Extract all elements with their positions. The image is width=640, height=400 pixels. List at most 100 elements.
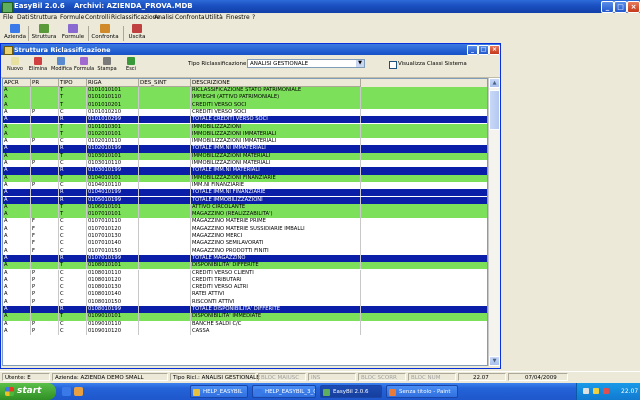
taskbar-item[interactable]: Senza titolo - Paint (386, 385, 458, 398)
status-ins: INS (308, 373, 356, 381)
table-row[interactable]: A T 0101010110 IMPIEGHI (ATTIVO PATRIMONIAL… (3, 94, 487, 102)
taskbar-item[interactable]: HELP_EASYBIL_3_0N... (252, 385, 316, 398)
column-header-tipo[interactable]: TIPO (59, 79, 87, 87)
table-row[interactable]: A P C 0104010110 IMM.NI FINANZIARIE (3, 181, 487, 190)
esci-button[interactable]: Esci (121, 57, 141, 75)
table-row[interactable]: A R 0104010199 TOTALE IMM.NI FINANZIARIE (3, 189, 487, 197)
table-row[interactable]: A F C 0107010110 MAGAZZINO MATERIE PRIME (3, 218, 487, 226)
table-row[interactable]: A F C 0107010120 MAGAZZINO MATERIE SUSSIDIAR… (3, 225, 487, 233)
column-header-riga[interactable]: RIGA (87, 79, 139, 87)
table-row[interactable]: A P C 0108010120 CREDITI TRIBUTARI (3, 276, 487, 285)
table-row[interactable]: A P C 0108010130 CREDITI VERSO ALTRI (3, 284, 487, 292)
column-header-pr[interactable]: PR (31, 79, 59, 87)
quicklaunch-ie-icon[interactable] (62, 387, 71, 396)
column-header-des-sint[interactable]: DES_SINT (139, 79, 191, 87)
close-icon[interactable]: × (627, 1, 640, 13)
taskbar-item[interactable]: HELP_EASYBIL (190, 385, 248, 398)
table-row[interactable]: A T 0101010101 RICLASSIFICAZIONE STATO PATR… (3, 87, 487, 95)
table-row[interactable]: A F C 0107010150 MAGAZZINO PRODOTTI FINITI (3, 247, 487, 255)
menu-item-?[interactable]: ? (252, 14, 255, 21)
vertical-scrollbar[interactable]: ▲ ▼ (488, 78, 500, 366)
menu-item-controlli[interactable]: Controlli (85, 14, 110, 21)
scroll-down-icon[interactable]: ▼ (489, 356, 500, 366)
child-minimize-icon[interactable]: _ (467, 45, 478, 55)
cell-des-sint (139, 247, 191, 255)
maximize-icon[interactable]: □ (614, 1, 627, 13)
table-row[interactable]: A F C 0107010140 MAGAZZINO SEMILAVORATI (3, 240, 487, 248)
table-row[interactable]: A T 0108010101 DISPONIBILITA' DIFFERITE (3, 262, 487, 270)
table-row[interactable]: A P C 0101010210 CREDITI VERSO SOCI (3, 108, 487, 117)
child-close-icon[interactable]: × (489, 45, 500, 55)
menu-item-riclassificazione[interactable]: Riclassificazione (111, 14, 160, 21)
tray-security-icon[interactable] (603, 388, 609, 394)
stampa-button[interactable]: Stampa (97, 57, 117, 75)
menu-item-analisi[interactable]: Analisi (154, 14, 174, 21)
table-row[interactable]: A T 0102010101 IMMOBILIZZAZIONI IMMATERIALI (3, 130, 487, 139)
menu-item-confronta[interactable]: Confronta (175, 14, 205, 21)
tipo-select[interactable]: ANALISI GESTIONALE ▼ (247, 59, 365, 68)
cell-pr (31, 167, 59, 175)
table-row[interactable]: A T 0109010101 DISPONIBILITA' IMMEDIATE (3, 313, 487, 321)
modifica-button[interactable]: Modifica (51, 57, 72, 75)
table-row[interactable]: A R 0102010199 TOTALE IMM.NI IMMATERIALI (3, 145, 487, 153)
table-row[interactable]: A T 0103010101 IMMOBILIZZAZIONI MATERIALI (3, 152, 487, 160)
formule-button[interactable]: Formule (60, 24, 86, 42)
menu-item-struttura[interactable]: Struttura (30, 14, 57, 21)
table-row[interactable]: A T 0107010101 MAGAZZINO (REALIZZABILITA') (3, 211, 487, 219)
quicklaunch-folder-icon[interactable] (74, 387, 83, 396)
cell-tipo: T (59, 123, 87, 131)
chevron-down-icon[interactable]: ▼ (356, 60, 364, 67)
cell-pr (31, 145, 59, 153)
cell-pr (31, 87, 59, 95)
nuovo-button[interactable]: Nuovo (5, 57, 25, 75)
table-row[interactable]: A R 0107010199 TOTALE MAGAZZINO (3, 254, 487, 263)
menu-item-utilit-[interactable]: Utilità (205, 14, 223, 21)
scroll-up-icon[interactable]: ▲ (489, 78, 500, 88)
start-button[interactable]: start (0, 383, 56, 400)
table-row[interactable]: A T 0104010101 IMMOBILIZZAZIONI FINANZIARIE (3, 174, 487, 182)
table-row[interactable]: A P C 0108010150 RISCONTI ATTIVI (3, 298, 487, 306)
table-row[interactable]: A R 0101010299 TOTALE CREDITI VERSO SOCI (3, 116, 487, 124)
visualizza-checkbox[interactable] (389, 61, 397, 69)
cell-tipo: T (59, 203, 87, 212)
cell-descrizione: CREDITI TRIBUTARI (191, 276, 361, 285)
table-row[interactable]: A R 0108010199 TOTALE DISPONIBILITA' DIFFER… (3, 306, 487, 314)
confronta-button[interactable]: Confronta (90, 24, 120, 42)
status-bar: Utente: E Azienda: AZIENDA DEMO SMALL Ti… (0, 371, 640, 383)
tray-volume-icon[interactable] (593, 388, 599, 394)
column-header-descrizione[interactable]: DESCRIZIONE (191, 79, 361, 87)
table-row[interactable]: A P C 0103010110 IMMOBILIZZAZIONI MATERIALI (3, 160, 487, 168)
table-row[interactable]: A F C 0107010130 MAGAZZINO MERCI (3, 233, 487, 241)
table-row[interactable]: A P C 0102010110 IMMOBILIZZAZIONI IMMATERIAL… (3, 138, 487, 146)
formula-button[interactable]: Formula (74, 57, 94, 75)
menu-item-dati[interactable]: Dati (17, 14, 29, 21)
column-header-apcr[interactable]: APCR (3, 79, 31, 87)
menu-item-file[interactable]: File (3, 14, 13, 21)
struttura-button[interactable]: Struttura (31, 24, 57, 42)
cell-riga: 0101010299 (87, 116, 139, 124)
azienda-button[interactable]: Azienda (3, 24, 27, 42)
uscita-button[interactable]: Uscita (127, 24, 147, 42)
scroll-thumb[interactable] (489, 90, 500, 130)
table-row[interactable]: A P C 0108010110 CREDITI VERSO CLIENTI (3, 269, 487, 277)
tray-network-icon[interactable] (583, 388, 589, 394)
cell-tipo: R (59, 254, 87, 263)
minimize-icon[interactable]: _ (601, 1, 614, 13)
table-row[interactable]: A T 0106010101 ATTIVO CIRCOLANTE (3, 203, 487, 212)
table-row[interactable]: A P C 0108010140 RATEI ATTIVI (3, 291, 487, 299)
app-titlebar[interactable]: EasyBil 2.0.6 Archivi: AZIENDA_PROVA.MDB… (0, 0, 640, 13)
table-row[interactable]: A P C 0109010120 CASSA (3, 327, 487, 336)
cell-tipo: T (59, 94, 87, 102)
table-row[interactable]: A R 0103010199 TOTALE IMM.NI MATERIALI (3, 167, 487, 175)
menu-item-finestre[interactable]: Finestre (226, 14, 250, 21)
table-row[interactable]: A T 0101010201 CREDITI VERSO SOCI (3, 101, 487, 109)
child-titlebar[interactable]: Struttura Riclassificazione _ □ × (1, 44, 500, 55)
table-row[interactable]: A R 0105010199 TOTALE IMMOBILIZZAZIONI (3, 196, 487, 204)
child-maximize-icon[interactable]: □ (478, 45, 489, 55)
menu-item-formule[interactable]: Formule (60, 14, 84, 21)
taskbar-item[interactable]: EasyBil 2.0.6 (320, 385, 382, 398)
elimina-button[interactable]: Elimina (28, 57, 48, 75)
table-row[interactable]: A T 0101010301 IMMOBILIZZAZIONI (3, 123, 487, 131)
cell-riga: 0107010120 (87, 225, 139, 233)
table-row[interactable]: A P C 0109010110 BANCHE SALDI C/C (3, 320, 487, 328)
